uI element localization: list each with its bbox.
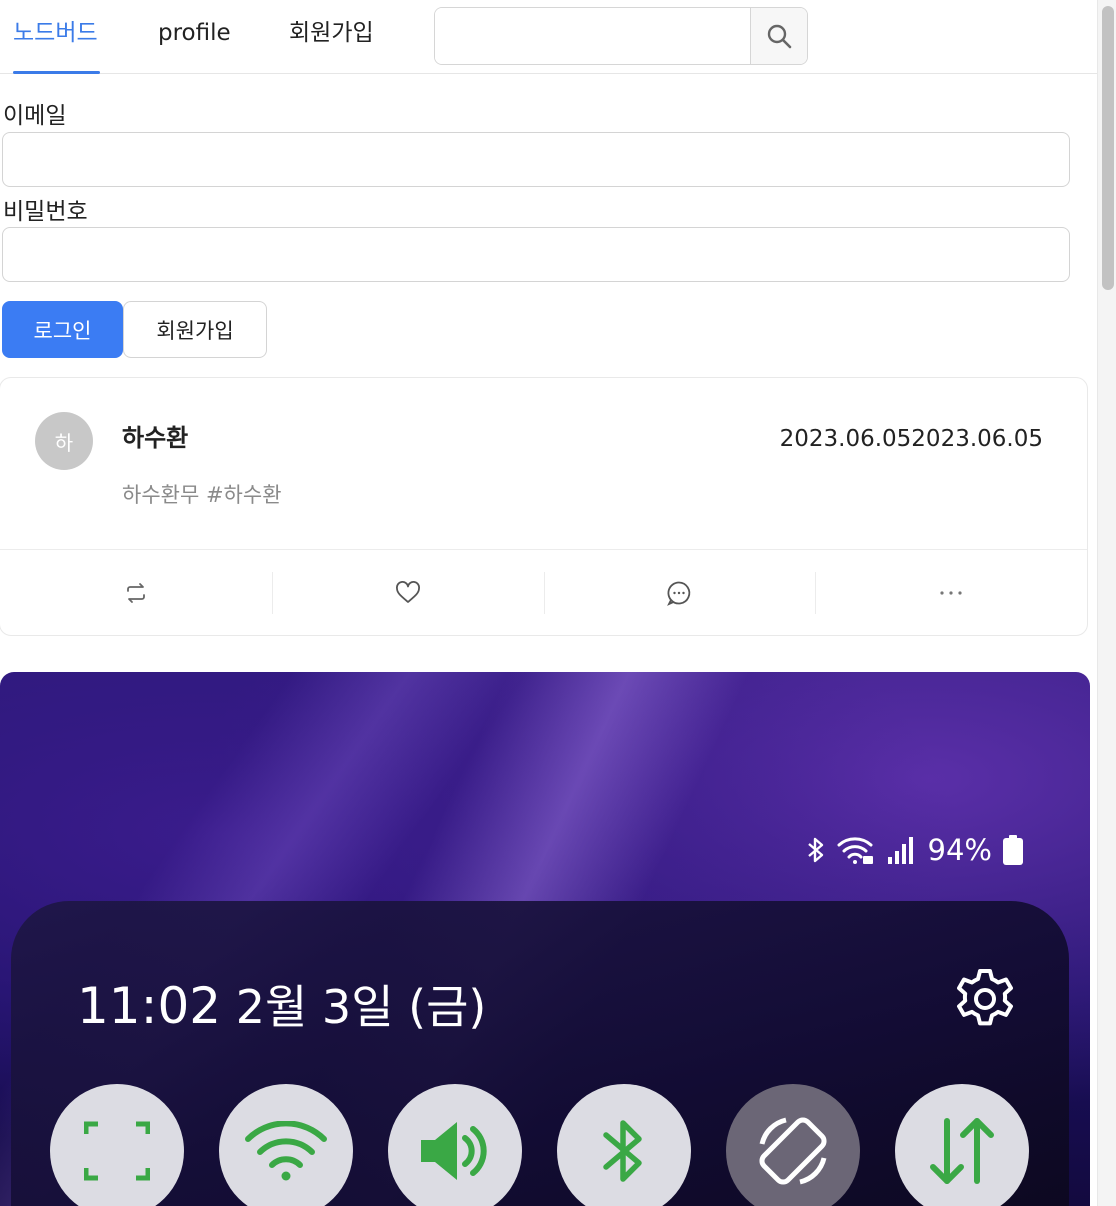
bluetooth-icon	[603, 1120, 642, 1182]
comment-icon	[667, 581, 691, 606]
login-button[interactable]: 로그인	[2, 301, 123, 358]
tab-nodebird[interactable]: 노드버드	[13, 0, 100, 74]
more-icon	[940, 591, 962, 595]
signal-icon	[887, 837, 913, 864]
more-button[interactable]	[815, 550, 1087, 636]
search-button[interactable]	[750, 8, 807, 64]
clock: 11:02 2월 3일 (금)	[77, 971, 486, 1037]
retweet-icon	[126, 583, 145, 603]
scrollbar-thumb[interactable]	[1102, 6, 1114, 290]
quick-settings-panel: 11:02 2월 3일 (금)	[11, 901, 1069, 1206]
search-box	[434, 7, 808, 65]
tab-profile[interactable]: profile	[158, 0, 231, 73]
post-card: 하 하수환 2023.06.052023.06.05 하수환무 #하수환	[0, 377, 1088, 636]
auto-rotate-icon	[759, 1117, 827, 1185]
gear-icon[interactable]	[953, 967, 1017, 1031]
bluetooth-status-icon	[807, 837, 823, 863]
password-label: 비밀번호	[3, 199, 88, 225]
post-image[interactable]: 94% 11:02 2월 3일 (금)	[0, 672, 1090, 1206]
wifi-icon	[245, 1121, 327, 1181]
qs-wifi[interactable]	[219, 1084, 353, 1206]
tab-signup[interactable]: 회원가입	[289, 0, 374, 73]
qs-screen-capture[interactable]	[50, 1084, 184, 1206]
retweet-button[interactable]	[0, 550, 272, 636]
top-nav: 노드버드 profile 회원가입	[0, 0, 1098, 74]
heart-icon	[395, 581, 420, 603]
password-field[interactable]	[2, 227, 1070, 282]
wifi-status-icon	[837, 837, 873, 864]
email-field[interactable]	[2, 132, 1070, 187]
clock-time: 11:02	[77, 977, 222, 1035]
like-button[interactable]	[271, 550, 544, 636]
qs-sound[interactable]	[388, 1084, 522, 1206]
post-author: 하수환	[122, 424, 189, 452]
email-label: 이메일	[3, 103, 67, 129]
screen-capture-icon	[84, 1121, 150, 1181]
qs-mobile-data[interactable]	[895, 1084, 1029, 1206]
comment-button[interactable]	[543, 550, 816, 636]
clock-date: 2월 3일 (금)	[235, 980, 487, 1034]
search-icon	[767, 24, 792, 49]
avatar[interactable]: 하	[35, 412, 93, 470]
scrollbar[interactable]	[1097, 0, 1116, 1206]
battery-percent: 94%	[927, 833, 992, 867]
battery-icon	[1003, 835, 1023, 865]
post-actions	[0, 549, 1087, 636]
sound-icon	[421, 1122, 487, 1180]
post-date: 2023.06.052023.06.05	[779, 426, 1043, 452]
post-content: 하수환무 #하수환	[122, 483, 282, 507]
qs-bluetooth[interactable]	[557, 1084, 691, 1206]
status-bar: 94%	[806, 832, 1024, 868]
qs-auto-rotate[interactable]	[726, 1084, 860, 1206]
mobile-data-icon	[930, 1118, 994, 1184]
search-input[interactable]	[435, 8, 750, 64]
signup-button[interactable]: 회원가입	[123, 301, 267, 358]
